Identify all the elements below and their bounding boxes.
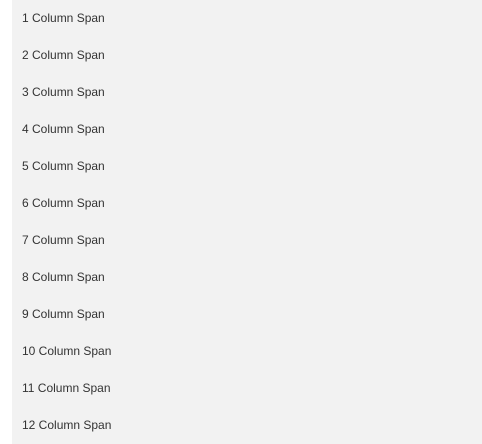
column-span-item-8: 8 Column Span (22, 270, 105, 284)
column-span-item-2: 2 Column Span (22, 48, 105, 62)
column-span-item-7: 7 Column Span (22, 233, 105, 247)
column-span-item-1: 1 Column Span (22, 11, 105, 25)
column-span-item-4: 4 Column Span (22, 122, 105, 136)
column-span-panel: 1 Column Span 2 Column Span 3 Column Spa… (12, 0, 482, 444)
column-span-item-12: 12 Column Span (22, 418, 112, 432)
column-span-item-9: 9 Column Span (22, 307, 105, 321)
column-span-item-3: 3 Column Span (22, 85, 105, 99)
column-span-item-10: 10 Column Span (22, 344, 112, 358)
column-span-item-5: 5 Column Span (22, 159, 105, 173)
column-span-item-6: 6 Column Span (22, 196, 105, 210)
column-span-item-11: 11 Column Span (22, 381, 111, 395)
